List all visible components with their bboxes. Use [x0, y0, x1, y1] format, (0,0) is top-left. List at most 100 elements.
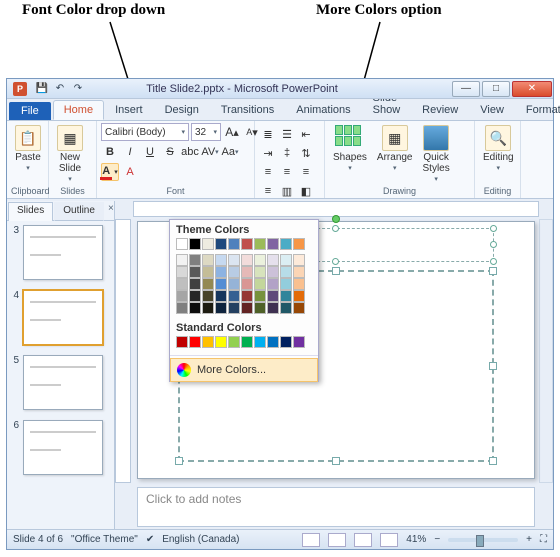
color-swatch[interactable]	[293, 266, 305, 278]
tab-view[interactable]: View	[469, 100, 515, 120]
bold-button[interactable]: B	[101, 143, 119, 161]
color-swatch[interactable]	[280, 238, 292, 250]
color-swatch[interactable]	[254, 336, 266, 348]
font-size-combo[interactable]: 32▾	[191, 123, 221, 141]
color-swatch[interactable]	[228, 278, 240, 290]
sorter-view-button[interactable]	[328, 533, 346, 547]
align-left-button[interactable]: ≡	[259, 163, 277, 181]
outline-tab[interactable]: Outline	[54, 202, 104, 221]
color-swatch[interactable]	[241, 278, 253, 290]
tab-home[interactable]: Home	[53, 100, 104, 120]
color-swatch[interactable]	[202, 278, 214, 290]
color-swatch[interactable]	[241, 238, 253, 250]
color-swatch[interactable]	[254, 266, 266, 278]
tab-design[interactable]: Design	[154, 100, 210, 120]
new-slide-button[interactable]: ▦New Slide▾	[53, 123, 87, 185]
status-language[interactable]: English (Canada)	[162, 534, 239, 545]
color-swatch[interactable]	[267, 336, 279, 348]
color-swatch[interactable]	[215, 336, 227, 348]
file-tab[interactable]: File	[9, 102, 51, 120]
color-swatch[interactable]	[215, 302, 227, 314]
color-swatch[interactable]	[280, 336, 292, 348]
color-swatch[interactable]	[228, 254, 240, 266]
tab-insert[interactable]: Insert	[104, 100, 154, 120]
color-swatch[interactable]	[176, 278, 188, 290]
editing-button[interactable]: 🔍Editing▾	[479, 123, 518, 174]
color-swatch[interactable]	[176, 302, 188, 314]
color-swatch[interactable]	[228, 336, 240, 348]
italic-button[interactable]: I	[121, 143, 139, 161]
color-swatch[interactable]	[189, 266, 201, 278]
color-swatch[interactable]	[254, 290, 266, 302]
color-swatch[interactable]	[293, 290, 305, 302]
vertical-scrollbar[interactable]	[539, 219, 553, 483]
color-swatch[interactable]	[241, 336, 253, 348]
color-swatch[interactable]	[267, 278, 279, 290]
color-swatch[interactable]	[267, 302, 279, 314]
char-spacing-button[interactable]: AV▾	[201, 143, 219, 161]
color-swatch[interactable]	[202, 302, 214, 314]
underline-button[interactable]: U	[141, 143, 159, 161]
color-swatch[interactable]	[254, 302, 266, 314]
tab-animations[interactable]: Animations	[285, 100, 361, 120]
normal-view-button[interactable]	[302, 533, 320, 547]
color-swatch[interactable]	[189, 302, 201, 314]
color-swatch[interactable]	[267, 290, 279, 302]
color-swatch[interactable]	[280, 278, 292, 290]
color-swatch[interactable]	[293, 278, 305, 290]
increase-indent-button[interactable]: ⇥	[259, 144, 277, 162]
color-swatch[interactable]	[189, 238, 201, 250]
color-swatch[interactable]	[202, 254, 214, 266]
convert-smartart-button[interactable]: ◧	[297, 182, 315, 200]
color-swatch[interactable]	[293, 238, 305, 250]
color-swatch[interactable]	[280, 254, 292, 266]
color-swatch[interactable]	[280, 302, 292, 314]
app-icon[interactable]: P	[13, 82, 27, 96]
columns-button[interactable]: ▥	[278, 182, 296, 200]
color-swatch[interactable]	[293, 254, 305, 266]
shapes-button[interactable]: Shapes▾	[329, 123, 371, 174]
more-colors-item[interactable]: More Colors...	[170, 358, 318, 382]
color-swatch[interactable]	[293, 302, 305, 314]
reading-view-button[interactable]	[354, 533, 372, 547]
color-swatch[interactable]	[176, 336, 188, 348]
font-family-combo[interactable]: Calibri (Body)▾	[101, 123, 189, 141]
change-case-button[interactable]: Aa▾	[221, 143, 239, 161]
color-swatch[interactable]	[202, 238, 214, 250]
align-center-button[interactable]: ≡	[278, 163, 296, 181]
color-swatch[interactable]	[241, 254, 253, 266]
color-swatch[interactable]	[267, 254, 279, 266]
fit-to-window-button[interactable]: ⛶	[540, 534, 547, 545]
color-swatch[interactable]	[228, 302, 240, 314]
qat-save-icon[interactable]: 💾	[35, 81, 49, 95]
zoom-out-button[interactable]: −	[434, 534, 440, 545]
color-swatch[interactable]	[280, 266, 292, 278]
grow-font-button[interactable]: A▴	[223, 123, 241, 141]
font-color-split-button[interactable]: A▾	[101, 163, 119, 181]
color-swatch[interactable]	[215, 238, 227, 250]
color-swatch[interactable]	[267, 266, 279, 278]
paste-button[interactable]: 📋Paste▾	[11, 123, 45, 174]
color-swatch[interactable]	[176, 254, 188, 266]
bullets-button[interactable]: ≣	[259, 125, 277, 143]
slideshow-view-button[interactable]	[380, 533, 398, 547]
color-swatch[interactable]	[254, 278, 266, 290]
tab-format[interactable]: Format	[515, 100, 560, 120]
clear-format-button[interactable]: A	[121, 163, 139, 181]
color-swatch[interactable]	[189, 290, 201, 302]
slide-thumbnail[interactable]: 6	[9, 420, 112, 475]
color-swatch[interactable]	[215, 254, 227, 266]
color-swatch[interactable]	[176, 238, 188, 250]
maximize-button[interactable]: □	[482, 81, 510, 97]
quick-styles-button[interactable]: Quick Styles▾	[419, 123, 454, 185]
color-swatch[interactable]	[202, 336, 214, 348]
color-swatch[interactable]	[228, 290, 240, 302]
color-swatch[interactable]	[241, 302, 253, 314]
color-swatch[interactable]	[215, 278, 227, 290]
slide-thumbnail[interactable]: 4	[9, 290, 112, 345]
color-swatch[interactable]	[189, 336, 201, 348]
color-swatch[interactable]	[215, 266, 227, 278]
qat-redo-icon[interactable]: ↷	[71, 81, 85, 95]
text-direction-button[interactable]: ⇅	[297, 144, 315, 162]
status-spellcheck-icon[interactable]: ✔	[146, 534, 154, 545]
